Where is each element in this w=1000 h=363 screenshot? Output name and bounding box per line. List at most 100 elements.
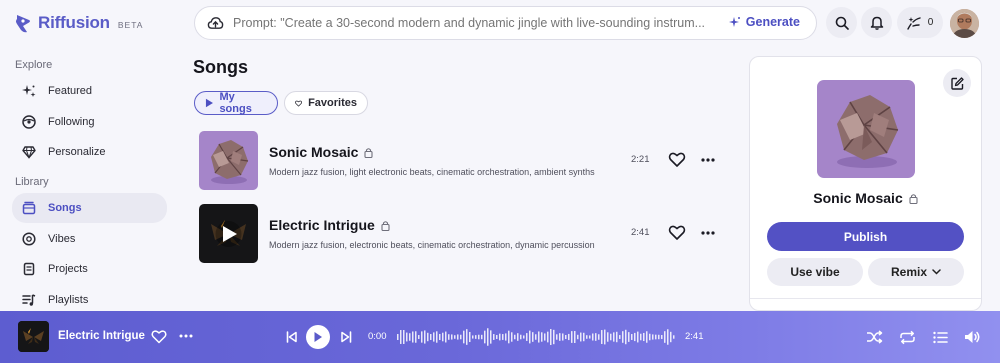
search-icon: [835, 16, 849, 30]
songs-icon: [22, 201, 36, 215]
heart-icon[interactable]: [668, 224, 686, 242]
lock-icon: [381, 220, 390, 231]
player-favorite-button[interactable]: [150, 328, 167, 345]
waveform-bar: [670, 331, 672, 343]
waveform-bar: [571, 331, 573, 343]
gem-icon: [22, 146, 36, 159]
player-more-button[interactable]: [179, 331, 193, 341]
play-button[interactable]: [306, 325, 330, 349]
waveform-bar: [463, 330, 465, 344]
brand[interactable]: Riffusion BETA: [14, 12, 143, 34]
player-song-title: Electric Intrigue: [58, 330, 145, 342]
more-options-button[interactable]: [701, 153, 717, 167]
waveform-bar: [397, 334, 399, 340]
sidebar-item-vibes[interactable]: Vibes: [12, 224, 167, 254]
song-detail-panel: Sonic Mosaic Publish Use vibe Remix: [749, 56, 982, 311]
edit-icon: [950, 76, 964, 90]
waveform-bar: [613, 332, 615, 342]
bell-icon: [870, 16, 883, 30]
waveform-scrubber[interactable]: [396, 324, 676, 350]
song-row[interactable]: Electric Intrigue Modern jazz fusion, el…: [194, 204, 734, 270]
waveform-bar: [637, 331, 639, 343]
sidebar-item-personalize[interactable]: Personalize: [12, 137, 167, 167]
prompt-input[interactable]: [233, 16, 711, 30]
player-bar: Electric Intrigue 0:00 2:41: [0, 311, 1000, 363]
sidebar-item-featured[interactable]: Featured: [12, 76, 167, 106]
skip-forward-icon: [341, 331, 352, 343]
repeat-button[interactable]: [899, 329, 916, 345]
sidebar-item-projects[interactable]: Projects: [12, 254, 167, 284]
page-title: Songs: [193, 57, 249, 77]
waveform-bar: [454, 335, 456, 339]
notifications-button[interactable]: [861, 7, 892, 38]
waveform-bar: [619, 335, 621, 339]
more-options-button[interactable]: [701, 226, 717, 240]
song-description: Modern jazz fusion, light electronic bea…: [269, 167, 595, 177]
waveform-bar: [520, 334, 522, 340]
waveform-bar: [418, 335, 420, 339]
generate-button[interactable]: Generate: [728, 15, 800, 29]
song-cover[interactable]: [199, 131, 258, 190]
volume-button[interactable]: [963, 329, 982, 345]
cloud-upload-icon[interactable]: [207, 15, 224, 32]
search-button[interactable]: [826, 7, 857, 38]
song-row[interactable]: Sonic Mosaic Modern jazz fusion, light e…: [194, 131, 734, 197]
waveform-bar: [547, 331, 549, 343]
waveform-bar: [430, 334, 432, 340]
waveform-bar: [643, 332, 645, 342]
brand-name: Riffusion: [38, 13, 110, 32]
shuffle-button[interactable]: [866, 329, 883, 345]
tab-favorites[interactable]: Favorites: [284, 91, 368, 115]
waveform-bar: [406, 332, 408, 342]
waveform-bar: [508, 330, 510, 344]
crumpled-paper-art-icon: [817, 80, 915, 178]
waveform-bar: [655, 334, 657, 340]
remix-button[interactable]: Remix: [868, 258, 964, 286]
sidebar-item-following[interactable]: Following: [12, 107, 167, 137]
waveform-bar: [574, 330, 576, 344]
waveform-bar: [622, 331, 624, 343]
edit-button[interactable]: [943, 69, 971, 97]
waveform-bar: [538, 331, 540, 343]
player-cover[interactable]: [18, 321, 49, 352]
song-cover[interactable]: [199, 204, 258, 263]
waveform-bar: [496, 335, 498, 339]
credits-sparkle-icon: [907, 16, 921, 30]
credits-button[interactable]: 0: [897, 7, 943, 38]
waveform-bar: [436, 331, 438, 343]
play-icon: [314, 332, 322, 342]
use-vibe-button[interactable]: Use vibe: [767, 258, 863, 286]
user-avatar[interactable]: [950, 9, 979, 38]
sidebar-item-label: Vibes: [48, 233, 76, 245]
waveform-bar: [427, 332, 429, 342]
sidebar-item-label: Following: [48, 116, 95, 128]
publish-button[interactable]: Publish: [767, 222, 964, 251]
credits-count: 0: [927, 17, 934, 28]
waveform-bar: [607, 332, 609, 342]
song-title[interactable]: Sonic Mosaic: [269, 144, 374, 160]
waveform-bar: [409, 333, 411, 341]
queue-button[interactable]: [932, 329, 948, 345]
tab-my-songs[interactable]: My songs: [194, 91, 278, 115]
sidebar-item-label: Featured: [48, 85, 93, 97]
sidebar-item-label: Playlists: [48, 294, 89, 306]
waveform-bar: [625, 329, 627, 345]
waveform-bar: [667, 329, 669, 345]
sidebar-item-songs[interactable]: Songs: [12, 193, 167, 223]
current-time: 0:00: [368, 331, 387, 342]
waveform-bar: [412, 331, 414, 343]
song-title[interactable]: Electric Intrigue: [269, 217, 390, 233]
waveform-bar: [544, 333, 546, 341]
waveform-bar: [403, 330, 405, 344]
detail-cover-art: [817, 80, 915, 178]
waveform-bar: [553, 329, 555, 345]
previous-button[interactable]: [285, 330, 298, 344]
waveform-bar: [604, 329, 606, 345]
sparkle-icon: [728, 17, 740, 27]
waveform-bar: [673, 335, 675, 339]
waveform-bar: [529, 330, 531, 344]
next-button[interactable]: [340, 330, 353, 344]
volume-icon: [964, 331, 979, 343]
song-title-text: Sonic Mosaic: [269, 144, 359, 160]
heart-icon[interactable]: [668, 151, 686, 169]
